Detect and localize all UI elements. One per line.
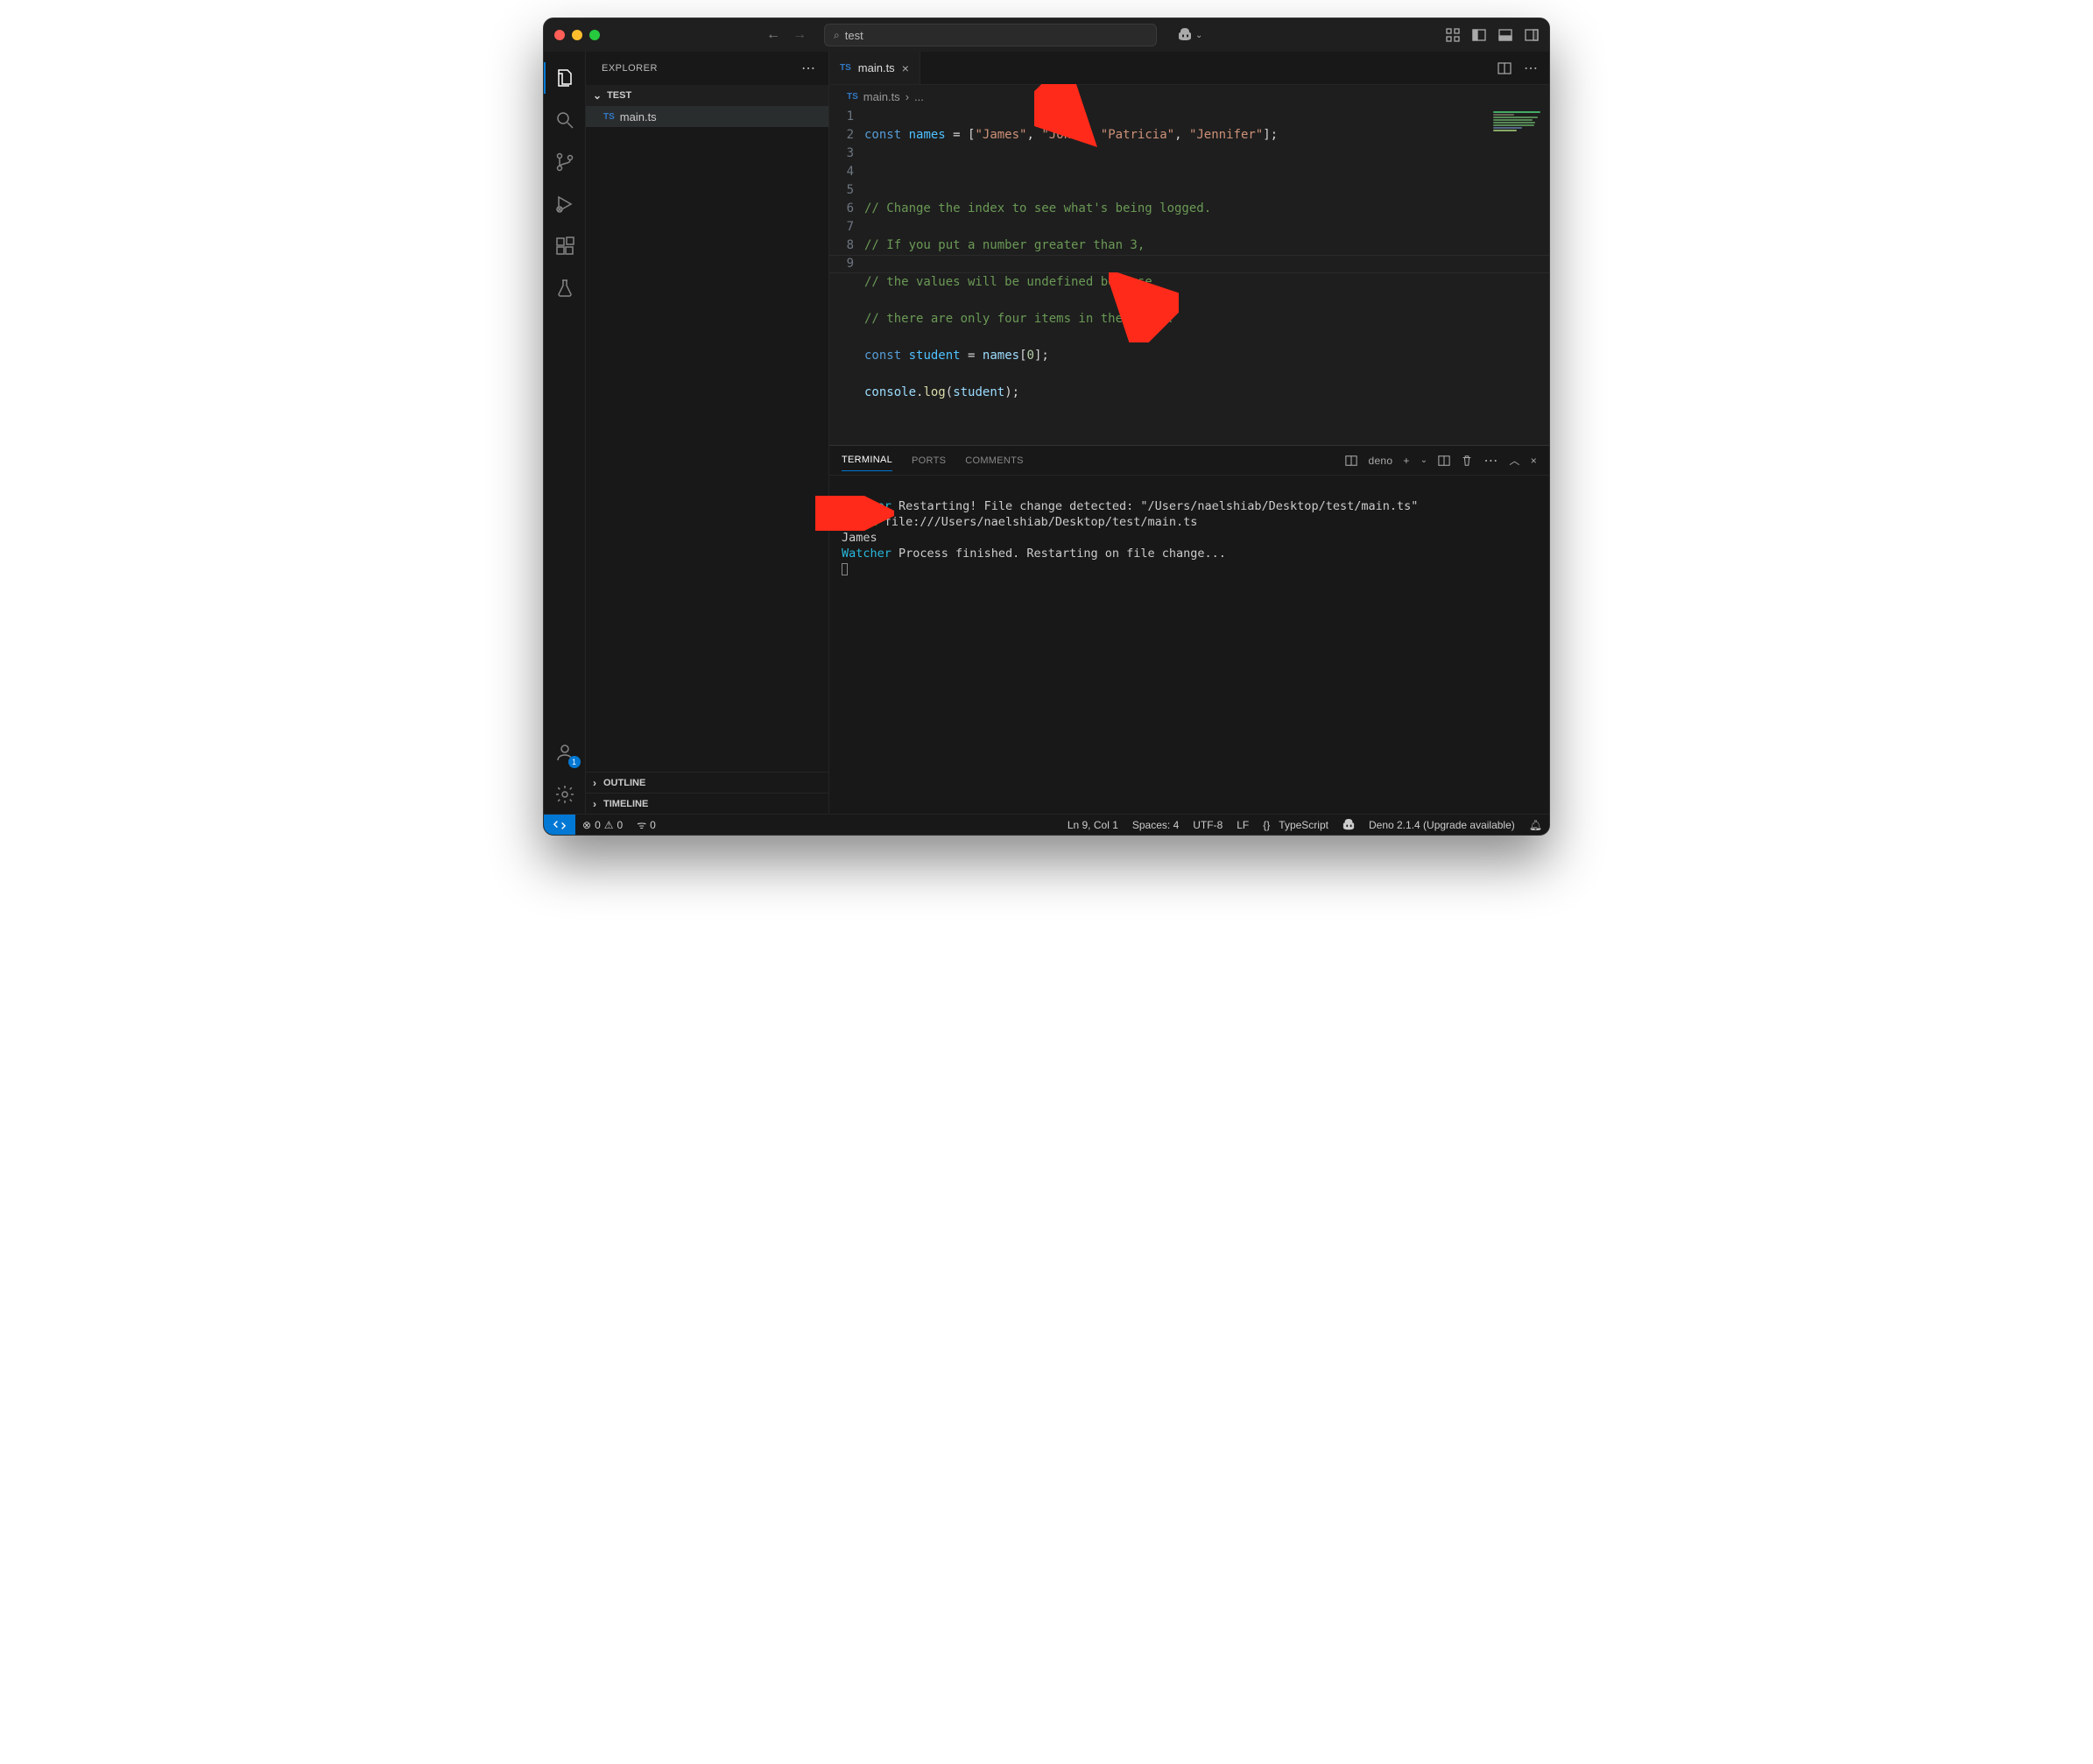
outline-label: OUTLINE xyxy=(603,778,645,788)
close-tab-icon[interactable]: × xyxy=(902,61,909,75)
terminal-watcher-label: Watcher xyxy=(842,547,891,561)
copilot-icon xyxy=(1178,28,1192,42)
activity-bar: 1 xyxy=(544,52,586,814)
breadcrumb-rest: ... xyxy=(914,90,924,103)
ts-file-icon: TS xyxy=(840,63,851,73)
accounts-badge: 1 xyxy=(568,756,581,768)
close-window-button[interactable] xyxy=(554,30,565,40)
status-lang[interactable]: {} TypeScript xyxy=(1256,815,1335,835)
sidebar: EXPLORER ⋯ ⌄ TEST TS main.ts › OUTLINE ›… xyxy=(586,52,829,814)
error-icon: ⊗ xyxy=(582,819,591,831)
activity-accounts[interactable]: 1 xyxy=(544,733,586,772)
activity-search[interactable] xyxy=(544,101,586,139)
ts-file-icon: TS xyxy=(847,92,858,102)
window-controls xyxy=(554,30,600,40)
sidebar-title: EXPLORER xyxy=(602,63,658,74)
status-indent[interactable]: Spaces: 4 xyxy=(1125,815,1186,835)
panel-more-icon[interactable]: ⋯ xyxy=(1483,452,1498,469)
copilot-icon xyxy=(1342,819,1355,831)
terminal-output[interactable]: Watcher Restarting! File change detected… xyxy=(829,476,1549,814)
maximize-window-button[interactable] xyxy=(589,30,600,40)
status-problems[interactable]: ⊗0 ⚠0 xyxy=(575,815,630,835)
activity-scm[interactable] xyxy=(544,143,586,181)
chevron-right-icon: › xyxy=(593,798,596,810)
search-icon: ⌕ xyxy=(834,29,840,42)
titlebar: ← → ⌕ test ⌄ xyxy=(544,18,1549,52)
breadcrumb-file: main.ts xyxy=(863,90,900,103)
layout-grid-icon[interactable] xyxy=(1446,28,1460,42)
bottom-panel: TERMINAL PORTS COMMENTS deno + ⌄ ⋯ ︿ × xyxy=(829,445,1549,814)
breadcrumb[interactable]: TS main.ts › ... xyxy=(829,85,1549,108)
activity-debug[interactable] xyxy=(544,185,586,223)
status-bar: ⊗0 ⚠0 ᯤ0 Ln 9, Col 1 Spaces: 4 UTF-8 LF … xyxy=(544,814,1549,835)
timeline-label: TIMELINE xyxy=(603,799,648,809)
status-eol[interactable]: LF xyxy=(1230,815,1256,835)
sidebar-more-icon[interactable]: ⋯ xyxy=(801,60,816,77)
debug-icon xyxy=(554,194,575,215)
search-text: test xyxy=(845,29,863,42)
status-notifications[interactable]: 🔔︎ xyxy=(1522,815,1549,835)
editor-area: TS main.ts × ⋯ TS main.ts › ... 1 xyxy=(829,52,1549,814)
status-cursor-pos[interactable]: Ln 9, Col 1 xyxy=(1061,815,1125,835)
nav-back-icon[interactable]: ← xyxy=(766,27,780,43)
remote-indicator[interactable] xyxy=(544,815,575,835)
tab-label: main.ts xyxy=(858,61,895,74)
breadcrumb-sep: › xyxy=(906,90,909,103)
nav-arrows: ← → xyxy=(766,27,807,43)
terminal-cursor xyxy=(842,563,848,575)
files-icon xyxy=(554,67,575,88)
nav-forward-icon[interactable]: → xyxy=(793,27,807,43)
panel-close-icon[interactable]: × xyxy=(1531,455,1537,467)
warning-icon: ⚠ xyxy=(604,819,614,831)
toggle-panel-icon[interactable] xyxy=(1498,28,1512,42)
titlebar-actions xyxy=(1446,28,1539,42)
extensions-icon xyxy=(554,236,575,257)
panel-chevron-up-icon[interactable]: ︿ xyxy=(1509,453,1519,468)
minimize-window-button[interactable] xyxy=(572,30,582,40)
chevron-down-icon: ⌄ xyxy=(593,89,602,102)
timeline-section[interactable]: › TIMELINE xyxy=(586,793,828,814)
status-deno[interactable]: Deno 2.1.4 (Upgrade available) xyxy=(1362,815,1522,835)
line-gutter: 1 2 3 4 5 6 7 8 9 xyxy=(829,108,864,445)
terminal-watcher-label: Watcher xyxy=(842,499,891,513)
command-center[interactable]: ⌕ test xyxy=(824,24,1157,46)
branch-icon xyxy=(554,152,575,173)
sidebar-header: EXPLORER ⋯ xyxy=(586,52,828,85)
activity-settings[interactable] xyxy=(544,775,586,814)
folder-name: TEST xyxy=(607,90,631,101)
flask-icon xyxy=(554,278,575,299)
outline-section[interactable]: › OUTLINE xyxy=(586,772,828,793)
terminal-program-output: James xyxy=(842,531,877,545)
toggle-sidebar-icon[interactable] xyxy=(1472,28,1486,42)
editor-tabs: TS main.ts × ⋯ xyxy=(829,52,1549,85)
code-editor[interactable]: 1 2 3 4 5 6 7 8 9 const names = ["James"… xyxy=(829,108,1549,445)
antenna-icon: ᯤ xyxy=(637,817,646,832)
activity-explorer[interactable] xyxy=(544,59,586,97)
chevron-right-icon: › xyxy=(593,777,596,789)
toggle-secondary-icon[interactable] xyxy=(1525,28,1539,42)
remote-icon xyxy=(553,819,566,831)
tab-main-ts[interactable]: TS main.ts × xyxy=(829,52,920,84)
status-ports[interactable]: ᯤ0 xyxy=(630,815,663,835)
status-encoding[interactable]: UTF-8 xyxy=(1186,815,1230,835)
activity-extensions[interactable] xyxy=(544,227,586,265)
code-content: const names = ["James", "John", "Patrici… xyxy=(864,108,1549,445)
bell-icon: 🔔︎ xyxy=(1529,819,1542,831)
ts-file-icon: TS xyxy=(603,112,615,122)
file-name: main.ts xyxy=(620,110,657,123)
gear-icon xyxy=(554,784,575,805)
split-editor-icon[interactable] xyxy=(1498,61,1512,75)
editor-actions: ⋯ xyxy=(1498,52,1549,84)
sidebar-folder[interactable]: ⌄ TEST xyxy=(586,85,828,106)
activity-testing[interactable] xyxy=(544,269,586,307)
vscode-window: ← → ⌕ test ⌄ xyxy=(543,18,1550,836)
status-copilot[interactable] xyxy=(1335,815,1362,835)
chevron-down-icon: ⌄ xyxy=(1195,31,1202,40)
editor-more-icon[interactable]: ⋯ xyxy=(1524,60,1539,77)
copilot-menu[interactable]: ⌄ xyxy=(1178,28,1202,42)
file-item-main-ts[interactable]: TS main.ts xyxy=(586,106,828,127)
search-icon xyxy=(554,109,575,131)
terminal-check-label: Check xyxy=(842,515,877,529)
